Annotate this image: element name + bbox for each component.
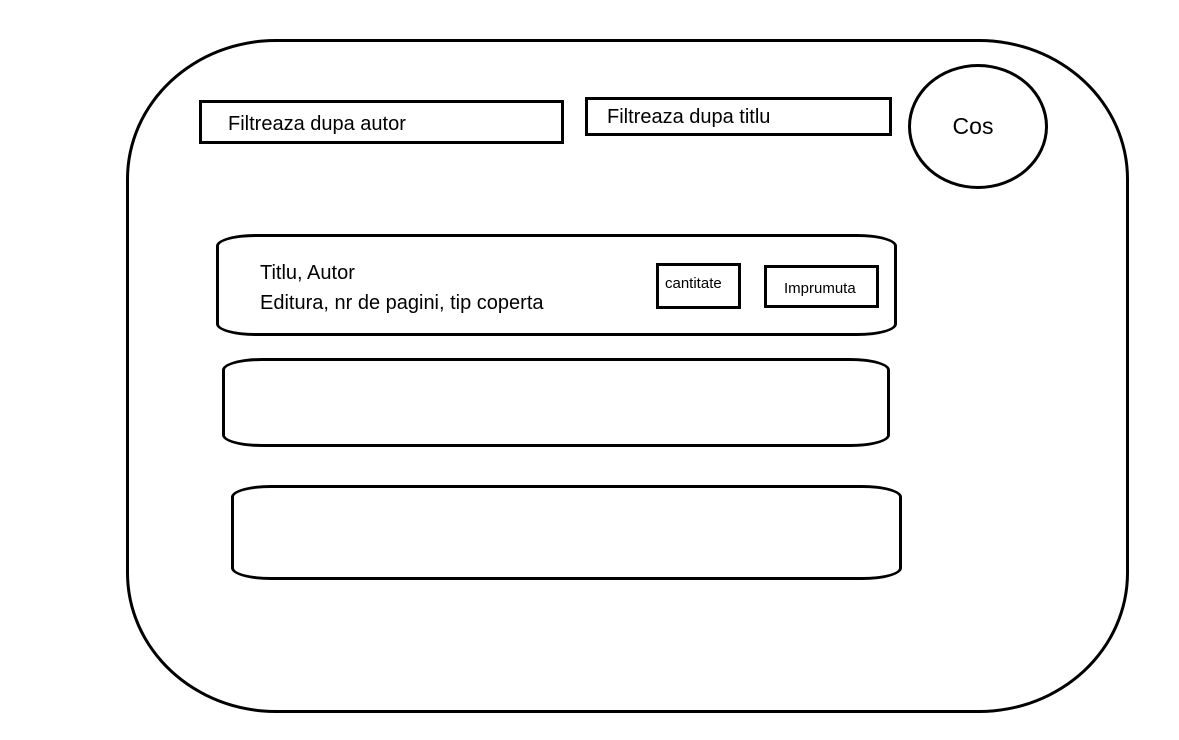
quantity-label: cantitate (665, 275, 722, 292)
cart-label: Cos (952, 113, 994, 139)
author-filter-input[interactable]: Filtreaza dupa autor (199, 100, 564, 144)
title-filter-placeholder: Filtreaza dupa titlu (607, 106, 771, 128)
author-filter-placeholder: Filtreaza dupa autor (228, 113, 406, 135)
borrow-button[interactable]: Imprumuta (764, 265, 879, 308)
quantity-input[interactable]: cantitate (656, 263, 741, 309)
book-title-author: Titlu, Autor (260, 262, 355, 284)
title-filter-input[interactable]: Filtreaza dupa titlu (585, 97, 892, 136)
borrow-label: Imprumuta (784, 280, 856, 297)
book-card-empty (222, 358, 890, 447)
book-card: Titlu, Autor Editura, nr de pagini, tip … (216, 234, 897, 336)
cart-button[interactable]: Cos (908, 64, 1048, 189)
book-card-empty (231, 485, 902, 580)
book-details: Editura, nr de pagini, tip coperta (260, 292, 544, 314)
